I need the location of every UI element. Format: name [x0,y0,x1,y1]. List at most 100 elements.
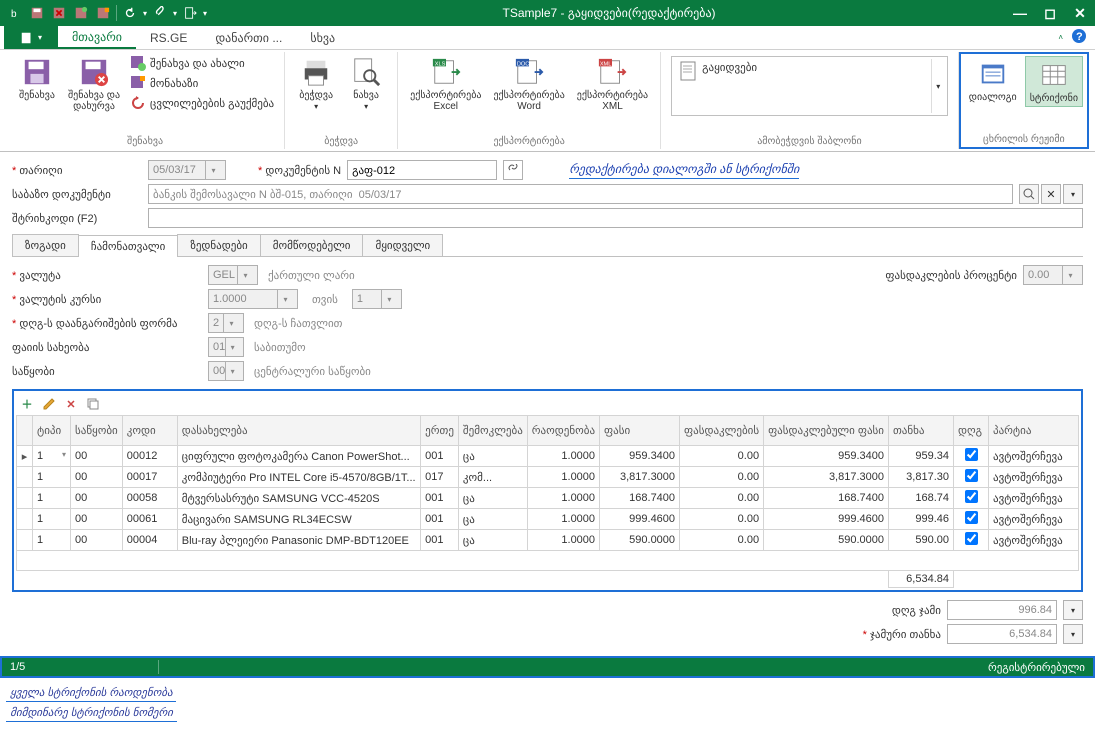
attach-icon[interactable] [151,4,169,22]
docnum-lookup-button[interactable] [503,160,523,180]
ribbon-collapse-icon[interactable]: ˄ [1058,33,1063,42]
undo-icon[interactable] [121,4,139,22]
vat-checkbox[interactable] [965,490,978,503]
template-button[interactable]: მონახაზი [128,74,276,92]
col-unit[interactable]: ერთე [421,416,459,446]
tab-rsge[interactable]: RS.GE [136,26,201,49]
preview-button[interactable]: ნახვა▾ [343,54,389,114]
chevron-down-icon: ▾ [225,362,239,380]
save-close-button[interactable]: შენახვა და დახურვა [64,54,124,114]
add-row-button[interactable]: ＋ [18,395,36,413]
delete-row-button[interactable]: ✕ [62,395,80,413]
template-icon[interactable] [94,4,112,22]
chevron-down-icon: ▾ [237,266,253,284]
search-button[interactable] [1019,184,1039,204]
vat-checkbox[interactable] [965,511,978,524]
items-grid[interactable]: ტიპი საწყობი კოდი დასახელება ერთე შემოკლ… [16,415,1079,588]
svg-text:DOC: DOC [517,61,529,67]
clear-button[interactable]: ✕ [1041,184,1061,204]
col-code[interactable]: კოდი [122,416,177,446]
table-row[interactable]: 1 0000061მაცივარი SAMSUNG RL34ECSW001ცა1… [17,509,1079,530]
save-close-icon[interactable] [50,4,68,22]
tab-attach[interactable]: დანართი ... [201,26,296,49]
col-price[interactable]: ფასი [600,416,680,446]
tab-general[interactable]: ზოგადი [12,234,79,256]
export-word-label: ექსპორტირება Word [493,90,564,112]
save-icon[interactable] [28,4,46,22]
tab-supplier[interactable]: მომწოდებელი [260,234,364,256]
base-dropdown[interactable]: ▾ [1063,184,1083,204]
template-doc-icon [680,61,696,84]
tab-other[interactable]: სხვა [296,26,349,49]
chevron-down-icon[interactable]: ▾ [205,161,221,179]
export-excel-button[interactable]: XLS ექსპორტირება Excel [406,54,485,114]
edit-row-button[interactable] [40,395,58,413]
col-type[interactable]: ტიპი [33,416,71,446]
vat-sum-label: დღგ ჯამი [892,604,941,617]
table-row[interactable]: 1 0000058მტვერსასრუტი SAMSUNG VCC-4520S0… [17,488,1079,509]
docnum-input[interactable] [347,160,497,180]
help-icon[interactable]: ? [1071,28,1087,47]
export-icon[interactable] [181,4,199,22]
close-button[interactable]: ✕ [1071,4,1089,22]
vat-sum-dropdown[interactable]: ▾ [1063,600,1083,620]
total-dropdown[interactable]: ▾ [1063,624,1083,644]
col-stock[interactable]: საწყობი [71,416,123,446]
copy-row-button[interactable] [84,395,102,413]
save-button[interactable]: შენახვა [14,54,60,114]
statusbar: 1/5 რეგისტრირებული [0,656,1095,678]
col-disc[interactable]: ფასდაკლების [680,416,764,446]
vat-checkbox[interactable] [965,469,978,482]
print-button[interactable]: ბეჭდვა▾ [293,54,339,114]
rate-field[interactable]: 1.0000▾ [208,289,298,309]
save-new-label: შენახვა და ახალი [150,57,245,70]
discount-field[interactable]: 0.00▾ [1023,265,1083,285]
col-qty[interactable]: რაოდენობა [527,416,599,446]
export-word-button[interactable]: DOC ექსპორტირება Word [489,54,568,114]
excel-icon: XLS [430,56,462,88]
vat-checkbox[interactable] [965,448,978,461]
group-label-export: ექსპორტირება [406,136,652,149]
col-vat[interactable]: დღგ [954,416,989,446]
tab-main[interactable]: მთავარი [58,26,136,49]
template-dropdown[interactable]: ▾ [931,59,945,113]
col-name[interactable]: დასახელება [177,416,420,446]
save-new-button[interactable]: შენახვა და ახალი [128,54,276,72]
tab-buyer[interactable]: მყიდველი [362,234,443,256]
group-label-view: ცხრილის რეჟიმი [965,134,1083,147]
ribbon: შენახვა შენახვა და დახურვა შენახვა და ახ… [0,50,1095,152]
total-field [947,624,1057,644]
chevron-down-icon[interactable]: ▾ [381,290,397,308]
vat-checkbox[interactable] [965,532,978,545]
save-new-icon[interactable] [72,4,90,22]
barcode-input[interactable] [148,208,1083,228]
legend-line-2: მიმდინარე სტრიქონის ნომერი [6,704,177,722]
template-selector[interactable]: გაყიდვები ▾ [671,56,948,116]
status-state: რეგისტრირებული [988,661,1085,674]
view-dialog-button[interactable]: დიალოგი [965,56,1021,107]
legend-line-1: ყველა სტრიქონის რაოდენობა [6,684,176,702]
barcode-label: შტრიხკოდი (F2) [12,212,142,225]
col-dprice[interactable]: ფასდაკლებული ფასი [764,416,889,446]
undo-dropdown[interactable]: ▾ [143,9,147,18]
table-row[interactable]: 1 0000017კომპიუტერი Pro INTEL Core i5-45… [17,467,1079,488]
file-tab[interactable]: ▾ [4,26,58,49]
chevron-down-icon[interactable]: ▾ [277,290,293,308]
col-ushort[interactable]: შემოკლება [458,416,527,446]
rate-per-field[interactable]: 1▾ [352,289,402,309]
maximize-button[interactable]: ◻ [1041,4,1059,22]
minimize-button[interactable]: — [1011,4,1029,22]
view-rows-button[interactable]: სტრიქონი [1025,56,1083,107]
col-amount[interactable]: თანხა [889,416,954,446]
undo-changes-button[interactable]: ცვლილებების გაუქმება [128,94,276,112]
date-field[interactable]: 05/03/17▾ [148,160,226,180]
table-row[interactable]: 1 0000004Blu-ray პლეიერი Panasonic DMP-B… [17,530,1079,551]
attach-dropdown[interactable]: ▾ [173,9,177,18]
col-batch[interactable]: პარტია [989,416,1079,446]
tab-extra[interactable]: ზედნადები [177,234,260,256]
export-xml-button[interactable]: XML ექსპორტირება XML [573,54,652,114]
tab-items[interactable]: ჩამონათვალი [78,235,179,257]
table-row[interactable]: ▸1 ▾0000012ციფრული ფოტოკამერა Canon Powe… [17,446,1079,467]
detail-form: ფასდაკლების პროცენტი 0.00▾ ვალუტა GEL▾ ქ… [12,265,1083,644]
chevron-down-icon[interactable]: ▾ [1062,266,1078,284]
